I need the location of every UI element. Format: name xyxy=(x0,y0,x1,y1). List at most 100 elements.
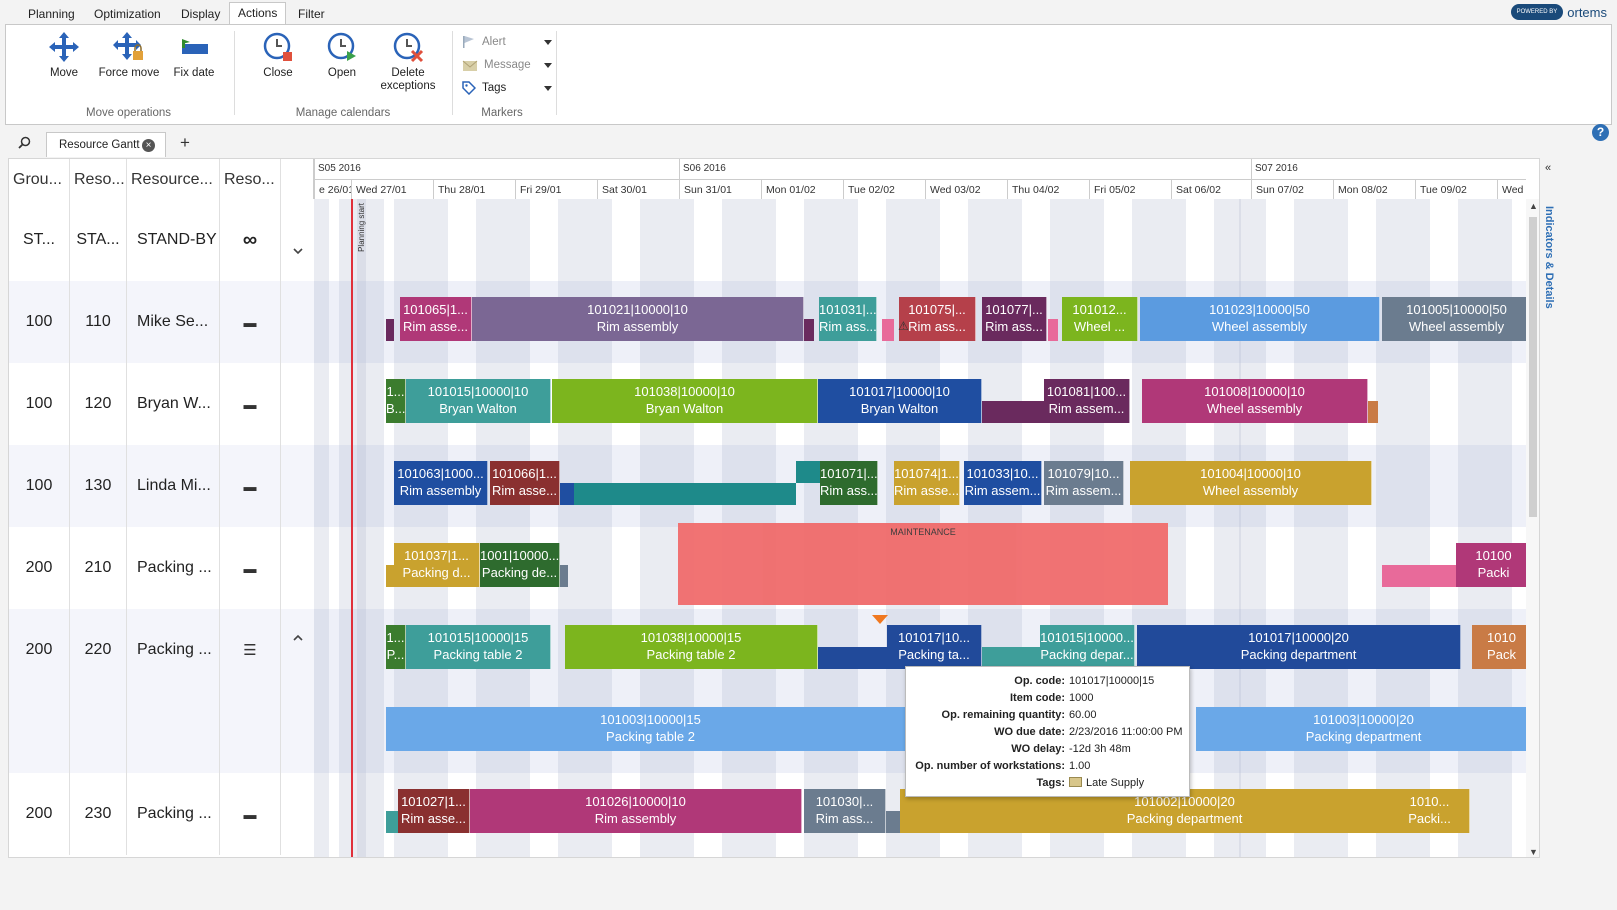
help-icon[interactable]: ? xyxy=(1592,124,1609,141)
resource-row-220[interactable]: 200 220 Packing ... ☰ xyxy=(9,609,314,773)
operation-bar[interactable]: 101081|100... Rim assem... xyxy=(1044,379,1130,423)
operation-segment[interactable] xyxy=(1382,565,1456,587)
due-date-marker-icon xyxy=(872,615,888,624)
col-header-resource-code[interactable]: Reso... xyxy=(70,159,127,199)
operation-bar[interactable]: 101017|10... Packing ta... xyxy=(887,625,982,669)
fix-date-button[interactable]: Fix date xyxy=(172,31,216,79)
cell-empty xyxy=(127,691,220,773)
vertical-scrollbar[interactable]: ▲ ▼ xyxy=(1526,199,1539,857)
scroll-down-icon[interactable]: ▼ xyxy=(1529,847,1538,857)
scroll-up-icon[interactable]: ▲ xyxy=(1529,201,1538,211)
operation-segment[interactable] xyxy=(386,565,394,587)
maintenance-block[interactable]: MAINTENANCE xyxy=(678,523,1168,605)
operation-segment[interactable] xyxy=(886,811,900,833)
resource-row-120[interactable]: 100 120 Bryan W... ▬ xyxy=(9,363,314,445)
operation-segment[interactable] xyxy=(1368,401,1378,423)
operation-bar[interactable]: 101037|1... Packing d... xyxy=(394,543,480,587)
operation-segment[interactable] xyxy=(1048,319,1058,341)
operation-bar[interactable]: 101030|... Rim ass... xyxy=(804,789,886,833)
operation-bar[interactable]: 1... P... xyxy=(386,625,406,669)
operation-bar[interactable]: 101008|10000|10 Wheel assembly xyxy=(1142,379,1368,423)
operation-bar[interactable]: 101027|1... Rim asse... xyxy=(398,789,470,833)
scrollbar-thumb[interactable] xyxy=(1529,217,1537,517)
col-header-resource-name[interactable]: Resource... xyxy=(127,159,220,199)
tags-dropdown[interactable]: Tags xyxy=(462,81,552,95)
close-tab-icon[interactable]: × xyxy=(142,139,155,152)
operation-bar[interactable]: 101004|10000|10 Wheel assembly xyxy=(1130,461,1372,505)
operation-segment[interactable] xyxy=(574,483,796,505)
operation-bar[interactable]: 1... B... xyxy=(386,379,406,423)
operation-bar[interactable]: 101021|10000|10 Rim assembly xyxy=(472,297,804,341)
operation-bar[interactable]: 101066|1... Rim asse... xyxy=(490,461,560,505)
tab-filter[interactable]: Filter xyxy=(290,4,333,24)
operation-bar[interactable]: 1001|10000... Packing de... xyxy=(480,543,560,587)
operation-segment[interactable] xyxy=(796,461,820,483)
operation-code: 101031|... xyxy=(819,302,876,317)
operation-bar[interactable]: 101075|... Rim ass... xyxy=(899,297,976,341)
operation-segment[interactable] xyxy=(560,565,568,587)
operation-bar[interactable]: 101023|10000|50 Wheel assembly xyxy=(1140,297,1380,341)
operation-tooltip: Op. code: 101017|10000|15 Item code: 1000 … xyxy=(905,666,1190,797)
operation-bar[interactable]: 101017|10000|20 Packing department xyxy=(1137,625,1461,669)
operation-bar[interactable]: 101079|10... Rim assem... xyxy=(1044,461,1124,505)
operation-bar[interactable]: 101065|1... Rim asse... xyxy=(400,297,472,341)
tab-actions[interactable]: Actions xyxy=(229,2,287,25)
logo-badge: POWERED BY xyxy=(1510,4,1564,20)
tooltip-value: Late Supply xyxy=(1069,777,1144,789)
operation-bar[interactable]: 101077|... Rim ass... xyxy=(982,297,1047,341)
tab-planning[interactable]: Planning xyxy=(20,4,83,24)
resource-row-standby[interactable]: ST... STA... STAND-BY ∞ xyxy=(9,199,314,281)
search-button[interactable] xyxy=(18,136,31,154)
resource-row-210[interactable]: 200 210 Packing ... ▬ xyxy=(9,527,314,609)
operation-segment[interactable] xyxy=(386,319,394,341)
operation-bar[interactable]: 101003|10000|15 Packing table 2 xyxy=(386,707,916,751)
tooltip-value: 2/23/2016 11:00:00 PM xyxy=(1069,726,1183,738)
tab-resource-gantt[interactable]: Resource Gantt × xyxy=(46,132,166,157)
operation-label: Rim asse... xyxy=(402,319,468,334)
operation-bar[interactable]: 101015|10000... Packing depar... xyxy=(1040,625,1135,669)
resource-row-230[interactable]: 200 230 Packing ... ▬ xyxy=(9,773,314,855)
operation-bar[interactable]: 101026|10000|10 Rim assembly xyxy=(470,789,802,833)
open-calendar-button[interactable]: Open xyxy=(322,31,362,79)
alert-dropdown[interactable]: Alert xyxy=(462,35,552,49)
operation-segment[interactable] xyxy=(386,811,398,833)
delete-exceptions-button[interactable]: Delete exceptions xyxy=(378,31,438,92)
operation-bar[interactable]: 1010 Pack xyxy=(1472,625,1526,669)
operation-segment[interactable] xyxy=(804,319,814,341)
operation-bar[interactable]: 101015|10000|15 Packing table 2 xyxy=(406,625,551,669)
operation-bar[interactable]: 1010... Packi... xyxy=(1390,789,1470,833)
tab-display[interactable]: Display xyxy=(173,4,228,24)
operation-segment[interactable] xyxy=(882,319,894,341)
message-dropdown[interactable]: Message xyxy=(462,58,552,72)
force-move-button[interactable]: Force move xyxy=(98,31,160,79)
indicators-side-panel[interactable]: « Indicators & Details xyxy=(1541,158,1561,858)
collapse-panel-icon[interactable]: « xyxy=(1545,162,1551,174)
resource-row-110[interactable]: 100 110 Mike Se... ▬ xyxy=(9,281,314,363)
operation-segment[interactable] xyxy=(818,647,887,669)
operation-bar[interactable]: 101015|10000|10 Bryan Walton xyxy=(406,379,551,423)
add-tab-button[interactable]: + xyxy=(180,133,190,153)
col-header-group[interactable]: Grou... xyxy=(9,159,70,199)
operation-bar[interactable]: 101038|10000|15 Packing table 2 xyxy=(565,625,818,669)
operation-bar[interactable]: 101031|... Rim ass... xyxy=(819,297,877,341)
operation-bar[interactable]: 101071|... Rim ass... xyxy=(820,461,878,505)
operation-bar[interactable]: 101063|1000... Rim assembly xyxy=(394,461,488,505)
operation-bar[interactable]: 101017|10000|10 Bryan Walton xyxy=(818,379,982,423)
tooltip-value: 60.00 xyxy=(1069,709,1097,721)
operation-segment[interactable] xyxy=(560,483,574,505)
close-calendar-button[interactable]: Close xyxy=(258,31,298,79)
operation-bar[interactable]: 101033|10... Rim assem... xyxy=(964,461,1042,505)
operation-segment[interactable] xyxy=(982,401,1044,423)
chevron-up-icon[interactable] xyxy=(293,633,303,643)
move-button[interactable]: Move xyxy=(44,31,84,79)
operation-bar[interactable]: 101074|1... Rim asse... xyxy=(894,461,960,505)
tab-optimization[interactable]: Optimization xyxy=(86,4,169,24)
operation-bar[interactable]: 101003|10000|20 Packing department xyxy=(1196,707,1526,751)
operation-bar[interactable]: 101012... Wheel ... xyxy=(1062,297,1138,341)
resource-row-130[interactable]: 100 130 Linda Mi... ▬ xyxy=(9,445,314,527)
chevron-down-icon[interactable] xyxy=(293,246,303,256)
operation-bar[interactable]: 101005|10000|50 Wheel assembly xyxy=(1382,297,1526,341)
operation-bar[interactable]: 101038|10000|10 Bryan Walton xyxy=(552,379,818,423)
operation-bar[interactable]: 10100 Packi xyxy=(1456,543,1526,587)
col-header-resource-type[interactable]: Reso... xyxy=(220,159,281,199)
